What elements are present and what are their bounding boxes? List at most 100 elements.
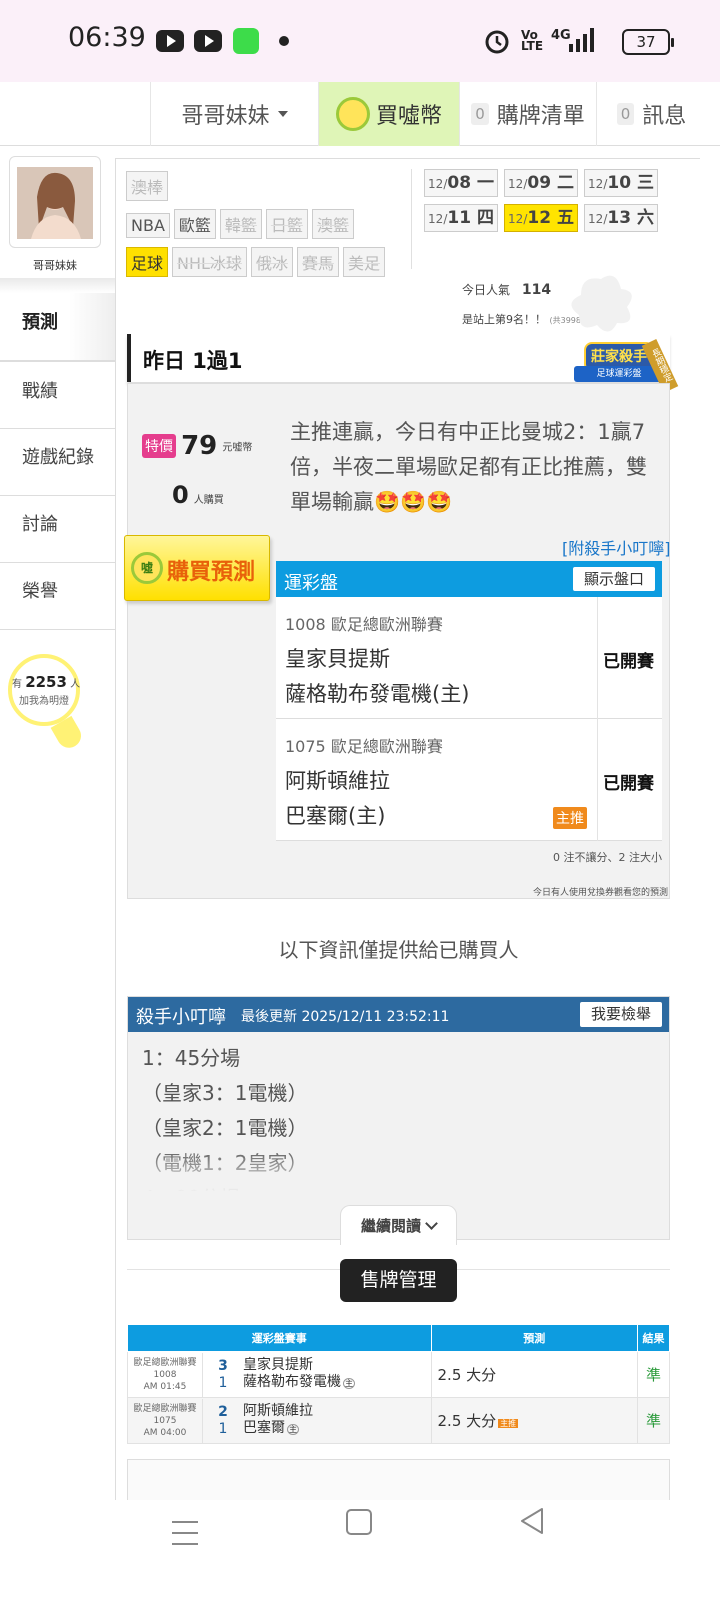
- report-button[interactable]: 我要檢舉: [580, 1002, 662, 1027]
- message-label: 訊息: [642, 104, 687, 129]
- lottery-panel: 運彩盤 顯示盤口 1008 歐足總歐洲聯賽 皇家貝提斯 薩格勒布發電機(主) 已開賽 1…: [276, 561, 662, 841]
- buyers-count: 0: [172, 481, 189, 509]
- row-time: AM 01:45: [143, 1381, 187, 1392]
- date-weekday: 一: [476, 173, 494, 193]
- row-id: 1075: [153, 1415, 177, 1426]
- sidebar-item-record[interactable]: 戰績: [0, 361, 115, 429]
- sidebar-item-game-log[interactable]: 遊戲紀錄: [0, 428, 115, 496]
- date-day: 11: [447, 208, 472, 228]
- sales-manage-button[interactable]: 售牌管理: [340, 1259, 457, 1302]
- date-button-13[interactable]: 12/13 六: [584, 204, 658, 232]
- sidebar-item-honor[interactable]: 榮譽: [0, 562, 115, 630]
- date-weekday: 二: [556, 173, 574, 193]
- date-weekday: 三: [636, 173, 654, 193]
- fans-count: 2253: [25, 673, 67, 691]
- home-square-icon[interactable]: [346, 1509, 372, 1535]
- sport-tag: 美足: [342, 247, 385, 277]
- message-link[interactable]: 0 訊息: [596, 82, 706, 146]
- row-score-away: 2: [218, 1403, 228, 1420]
- row-pick: 2.5 大分: [437, 1412, 497, 1430]
- date-weekday: 四: [476, 208, 494, 228]
- show-odds-button[interactable]: 顯示盤口: [573, 567, 655, 591]
- game-status: 已開賽: [603, 652, 654, 672]
- top-nav: 哥哥妹妹 買噓幣 0 購牌清單 0 訊息: [0, 82, 720, 146]
- caret-down-icon: [277, 111, 288, 117]
- date-month: 12/: [588, 177, 608, 191]
- results-table: 運彩盤賽事 預測 結果 歐足總歐洲聯賽 1008 AM 01:45 3 1 皇家貝提斯 薩格…: [127, 1324, 670, 1444]
- date-button-12[interactable]: 12/12 五: [504, 204, 578, 232]
- sport-tag[interactable]: 歐籃: [173, 209, 216, 239]
- fans-bulb[interactable]: 有 2253 人 加我為明燈: [8, 654, 80, 726]
- buyers-unit: 人購買: [193, 495, 224, 506]
- price: 特價 79 元噓幣: [142, 431, 252, 461]
- sidebar: 哥哥妹妹 預測 戰績 遊戲紀錄 討論 榮譽 有 2253 人 加我為明燈: [0, 146, 115, 1500]
- avatar[interactable]: [9, 156, 101, 248]
- row-team-home: 巴塞爾: [243, 1420, 285, 1436]
- battery-icon: 37: [622, 29, 674, 55]
- main-pick-badge: 主推: [553, 807, 587, 829]
- date-month: 12/: [428, 212, 448, 226]
- row-pick: 2.5 大分: [437, 1366, 497, 1384]
- app-icon: [233, 28, 259, 54]
- sport-tag: 澳棒: [126, 171, 169, 201]
- sidebar-item-predict[interactable]: 預測: [0, 293, 115, 361]
- buy-prediction-label: 購買預測: [167, 560, 256, 585]
- date-day: 08: [447, 173, 472, 193]
- popularity-value: 114: [521, 282, 552, 298]
- continue-reading-label: 繼續閱讀: [360, 1217, 421, 1235]
- purchased-notice: 以下資訊僅提供給已購買人: [278, 938, 519, 962]
- row-team-away: 阿斯頓維拉: [243, 1403, 313, 1419]
- fans-sub: 加我為明燈: [19, 696, 69, 707]
- sport-tag: 韓籃: [219, 209, 262, 239]
- sport-tag[interactable]: NBA: [126, 213, 170, 238]
- status-bar: 06:39 Vo LTE 4G 37: [0, 0, 720, 82]
- date-button-10[interactable]: 12/10 三: [584, 169, 658, 197]
- col-header-event: 運彩盤賽事: [127, 1324, 432, 1352]
- back-triangle-icon[interactable]: [518, 1506, 546, 1536]
- tips-updated: 最後更新 2025/12/11 23:52:11: [241, 1009, 450, 1025]
- game-status: 已開賽: [603, 774, 654, 794]
- game-league: 歐足總歐洲聯賽: [330, 615, 443, 634]
- host-badge: 主: [343, 1378, 355, 1389]
- menu-icon[interactable]: [172, 1521, 198, 1545]
- cart-link[interactable]: 0 購牌清單: [459, 82, 596, 146]
- sport-tag: 俄冰: [250, 247, 293, 277]
- game-away-team: 皇家貝提斯: [285, 647, 390, 671]
- date-button-08[interactable]: 12/08 一: [424, 169, 498, 197]
- date-weekday: 五: [556, 208, 574, 228]
- lottery-header: 運彩盤 顯示盤口: [276, 561, 662, 597]
- avatar-photo: [17, 167, 93, 239]
- date-button-09[interactable]: 12/09 二: [504, 169, 578, 197]
- table-row: 歐足總歐洲聯賽 1075 AM 04:00 2 1 阿斯頓維拉 巴塞爾主 2.5 大分 主推 準: [127, 1397, 670, 1444]
- date-month: 12/: [428, 177, 448, 191]
- sport-tag: 日籃: [265, 209, 308, 239]
- row-league: 歐足總歐洲聯賽: [133, 1403, 197, 1414]
- sidebar-divider: [0, 278, 115, 293]
- coin-icon: [335, 97, 370, 131]
- attach-tips-link[interactable]: [附殺手小叮嚀]: [562, 535, 671, 559]
- fans-prefix: 有: [12, 679, 22, 690]
- user-dropdown[interactable]: 哥哥妹妹: [150, 82, 318, 146]
- bet-summary: 0 注不讓分、2 注大小: [553, 851, 662, 864]
- tips-fade: [128, 1147, 669, 1192]
- popularity-label: 今日人氣: [462, 283, 511, 297]
- buy-prediction-button[interactable]: 噓 購買預測: [124, 535, 270, 601]
- sport-tag: NHL冰球: [172, 247, 247, 277]
- youtube-icon: [194, 30, 222, 52]
- buy-coin-button[interactable]: 買噓幣: [318, 82, 459, 146]
- date-button-11[interactable]: 12/11 四: [424, 204, 498, 232]
- coin-icon: 噓: [131, 552, 163, 584]
- buy-coin-label: 買噓幣: [375, 104, 442, 129]
- row-score-away: 3: [218, 1357, 228, 1374]
- coupon-footnote: 今日有人使用兌換券觀看您的預測: [532, 888, 668, 898]
- row-team-away: 皇家貝提斯: [243, 1357, 313, 1373]
- volte-icon: Vo LTE: [521, 28, 544, 53]
- price-value: 79: [181, 431, 218, 461]
- sport-tag[interactable]: 足球: [126, 247, 169, 277]
- continue-reading-button[interactable]: 繼續閱讀: [340, 1205, 457, 1245]
- youtube-icon: [156, 30, 184, 52]
- clock: 06:39: [68, 22, 146, 53]
- price-unit: 元噓幣: [222, 442, 253, 454]
- date-month: 12/: [508, 212, 528, 226]
- sidebar-item-discussion[interactable]: 討論: [0, 495, 115, 563]
